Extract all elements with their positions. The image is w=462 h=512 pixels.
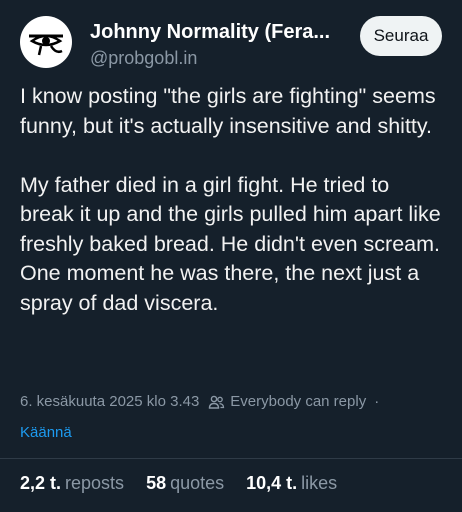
avatar[interactable] [20,16,72,68]
post-meta: 6. kesäkuuta 2025 klo 3.43 Everybody can… [20,392,450,412]
author-display-name[interactable]: Johnny Normality (Fera... [90,20,360,44]
author-names: Johnny Normality (Fera... @probgobl.in [90,20,360,69]
follow-button[interactable]: Seuraa [360,16,442,56]
post-paragraph-2: My father died in a girl fight. He tried… [20,172,441,315]
engagement-stats: 2,2 t. reposts 58 quotes 10,4 t. likes [20,472,359,494]
people-icon [208,394,225,411]
post-card: Johnny Normality (Fera... @probgobl.in S… [0,0,462,512]
quotes-count: 58 [146,473,167,493]
reply-setting: Everybody can reply [230,393,367,410]
post-timestamp[interactable]: 6. kesäkuuta 2025 klo 3.43 [20,392,199,412]
quotes-label: quotes [170,473,225,493]
meta-separator: · [374,393,380,410]
likes-count: 10,4 t. [246,473,298,493]
author-handle[interactable]: @probgobl.in [90,47,360,69]
quotes-stat[interactable]: 58 quotes [146,472,224,494]
post-paragraph-1: I know posting "the girls are fighting" … [20,84,436,138]
divider [0,458,462,459]
eye-of-horus-icon [29,34,63,56]
reposts-count: 2,2 t. [20,473,62,493]
likes-label: likes [301,473,338,493]
post-header: Johnny Normality (Fera... @probgobl.in S… [14,12,448,72]
likes-stat[interactable]: 10,4 t. likes [246,472,337,494]
reposts-stat[interactable]: 2,2 t. reposts [20,472,124,494]
reposts-label: reposts [65,473,125,493]
translate-link[interactable]: Käännä [20,423,72,443]
post-text: I know posting "the girls are fighting" … [20,82,446,318]
